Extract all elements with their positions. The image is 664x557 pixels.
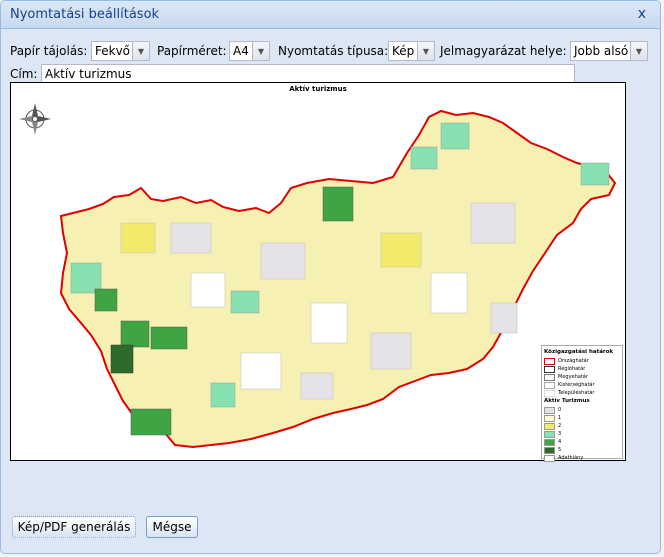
legend-label: Régióhatár [558,366,586,372]
generate-image-pdf-button[interactable]: Kép/PDF generálás [12,516,136,538]
legend-item: Kistérséghatár [544,381,620,389]
orientation-select[interactable]: Fekvő ▼ [91,41,150,61]
chevron-down-icon[interactable]: ▼ [630,42,647,60]
legend-swatch [544,389,555,397]
legend-label: 5 [558,447,562,453]
legend-swatch [544,422,555,430]
legend-item: 3 [544,430,620,438]
paper-size-select[interactable]: A4 ▼ [229,41,270,61]
legend-label: Megyehatár [558,374,588,380]
legend-item: 1 [544,414,620,422]
chevron-down-icon[interactable]: ▼ [252,42,269,60]
legend-item: Régióhatár [544,365,620,373]
legend-item: 4 [544,438,620,446]
print-settings-dialog: Nyomtatási beállítások x Papír tájolás: … [0,0,661,554]
legend-item: Adathiány [544,454,620,462]
print-type-label: Nyomtatás típusa: [278,44,389,58]
legend-label: Országhatár [558,358,589,364]
title-input[interactable]: Aktív turizmus [41,64,575,84]
dialog-title: Nyomtatási beállítások [10,7,160,22]
legend-swatch [544,438,555,446]
map-canvas [19,103,617,449]
chevron-down-icon[interactable]: ▼ [417,42,434,60]
legend-swatch [544,373,555,381]
paper-size-value: A4 [233,44,249,58]
legend-position-label: Jelmagyarázat helye: [440,44,567,58]
legend-label: 1 [558,415,562,421]
legend-label: 0 [558,407,562,413]
legend-swatch [544,365,555,373]
legend-swatch [544,406,555,414]
legend-item: 2 [544,422,620,430]
legend-item: 0 [544,406,620,414]
legend-swatch [544,357,555,365]
legend-swatch [544,446,555,454]
legend-boundaries-heading: Közigazgatási határok [544,349,614,355]
print-type-value: Kép [392,44,415,58]
dialog-titlebar[interactable]: Nyomtatási beállítások x [1,1,660,29]
chevron-down-icon[interactable]: ▼ [132,42,149,60]
orientation-value: Fekvő [95,44,131,58]
legend-label: Kistérséghatár [558,382,595,388]
close-icon[interactable]: x [638,6,646,22]
legend-label: Településhatár [558,390,595,396]
legend-item: 5 [544,446,620,454]
legend-swatch [544,430,555,438]
legend-label: Adathiány [558,455,584,461]
legend-swatch [544,414,555,422]
legend-classes-heading: Aktív Turizmus [544,398,590,404]
cancel-button[interactable]: Mégse [146,516,198,538]
legend-label: 4 [558,439,562,445]
hungary-country-outline [59,109,617,449]
compass-rose-icon [19,103,51,135]
print-type-select[interactable]: Kép ▼ [388,41,435,61]
paper-size-label: Papírméret: [157,44,227,58]
legend-item: Országhatár [544,357,620,365]
legend-label: 3 [558,431,562,437]
legend-swatch [544,454,555,462]
legend-item: Településhatár [544,389,620,397]
map-legend: Közigazgatási határok Országhatár Régióh… [541,345,623,462]
legend-label: 2 [558,423,562,429]
title-label: Cím: [10,67,38,81]
map-preview: Aktív turizmus Közigazgatási határok Ors… [10,82,626,462]
legend-position-select[interactable]: Jobb alsó ▼ [570,41,648,61]
legend-item: Megyehatár [544,373,620,381]
legend-position-value: Jobb alsó [574,44,629,58]
orientation-label: Papír tájolás: [10,44,88,58]
legend-swatch [544,381,555,389]
